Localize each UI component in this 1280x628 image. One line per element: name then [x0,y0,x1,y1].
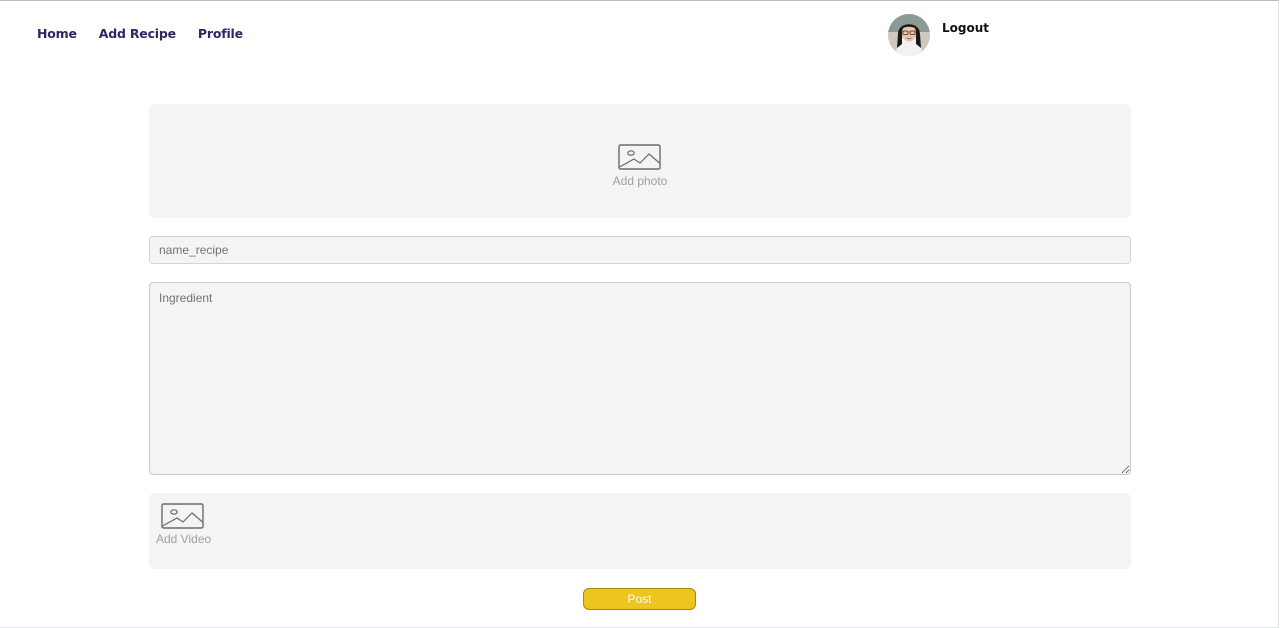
image-icon [161,503,204,529]
top-nav: Home Add Recipe Profile [37,26,243,41]
avatar-image [888,14,930,56]
nav-add-recipe-link[interactable]: Add Recipe [99,26,176,41]
recipe-name-input[interactable] [149,236,1131,264]
post-button[interactable]: Post [583,588,696,610]
ingredient-textarea[interactable] [149,282,1131,475]
image-icon [618,144,661,170]
add-video-label: Add Video [156,532,212,546]
logout-button[interactable]: Logout [942,21,989,35]
page: Home Add Recipe Profile Logout Add photo [0,0,1279,628]
avatar[interactable] [888,14,930,56]
nav-profile-link[interactable]: Profile [198,26,243,41]
nav-home-link[interactable]: Home [37,26,77,41]
add-photo-label: Add photo [612,174,668,188]
add-video-area[interactable]: Add Video [149,493,1131,569]
add-photo-area[interactable]: Add photo [149,104,1131,218]
